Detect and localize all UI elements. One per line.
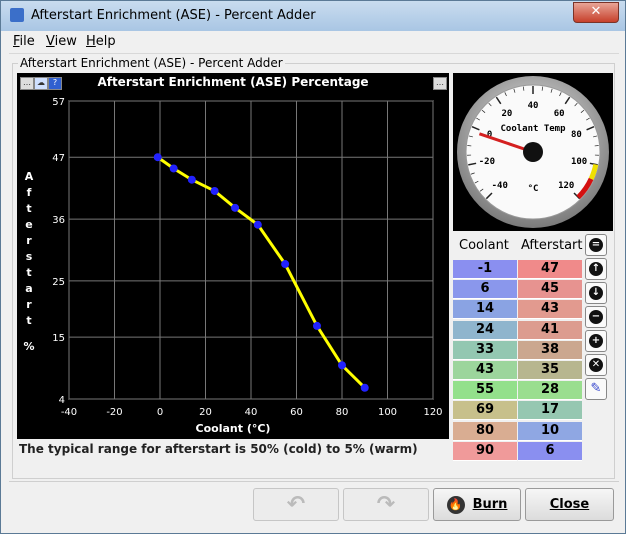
afterstart-cell[interactable]: 41 — [518, 320, 582, 340]
gauge-dial: -40-20020406080100120 Coolant Temp °C — [457, 76, 609, 228]
x-tick-label: 60 — [290, 407, 303, 418]
burn-button[interactable]: 🔥 Burn — [433, 488, 521, 521]
menu-view[interactable]: View — [46, 34, 77, 49]
chart-panel: … ☁ ? … Afterstart Enrichment (ASE) Perc… — [17, 73, 449, 439]
gauge-tick-label: 120 — [558, 181, 574, 191]
coolant-cell[interactable]: 80 — [453, 421, 517, 441]
app-icon — [10, 8, 24, 22]
menu-help[interactable]: Help — [86, 34, 116, 49]
coolant-cell[interactable]: 55 — [453, 381, 517, 401]
redo-button[interactable]: ↷ — [343, 488, 429, 521]
data-point — [360, 383, 369, 392]
subtract-icon: − — [589, 310, 603, 324]
coolant-cell[interactable]: 69 — [453, 401, 517, 421]
gauge-tick-label: 40 — [528, 101, 539, 111]
info-text: The typical range for afterstart is 50% … — [19, 442, 418, 456]
afterstart-cell[interactable]: 6 — [518, 441, 582, 461]
coolant-cell[interactable]: 14 — [453, 300, 517, 320]
data-point — [153, 153, 162, 162]
coolant-cell[interactable]: 90 — [453, 441, 517, 461]
decrease-button[interactable]: ↓ — [585, 282, 607, 304]
multiply-button[interactable]: ✕ — [585, 354, 607, 376]
data-point — [253, 220, 262, 229]
data-point — [187, 175, 196, 184]
data-point — [281, 260, 290, 269]
x-tick-label: 0 — [157, 407, 163, 418]
afterstart-cell[interactable]: 45 — [518, 280, 582, 300]
burn-label: Burn — [472, 497, 508, 512]
y-tick-label: 25 — [52, 277, 65, 288]
y-tick-label: 36 — [52, 215, 65, 226]
close-label: Close — [549, 497, 590, 512]
coolant-cell[interactable]: 24 — [453, 320, 517, 340]
afterstart-cell[interactable]: 43 — [518, 300, 582, 320]
y-tick-label: 4 — [59, 395, 65, 406]
gauge-tick-label: 20 — [501, 109, 512, 119]
subtract-button[interactable]: − — [585, 306, 607, 328]
afterstart-cell[interactable]: 10 — [518, 421, 582, 441]
afterstart-cell[interactable]: 38 — [518, 340, 582, 360]
equalize-icon: = — [589, 238, 603, 252]
x-tick-label: 100 — [378, 407, 397, 418]
y-tick-label: 57 — [52, 97, 65, 108]
coolant-cell[interactable]: 6 — [453, 280, 517, 300]
add-icon: + — [589, 334, 603, 348]
app-window: Afterstart Enrichment (ASE) - Percent Ad… — [0, 0, 626, 534]
gauge-tick-label: 60 — [554, 109, 565, 119]
burn-icon: 🔥 — [446, 495, 465, 514]
coolant-header: Coolant — [459, 238, 509, 253]
data-point — [210, 186, 219, 195]
afterstart-header: Afterstart — [521, 238, 583, 253]
x-tick-label: 80 — [336, 407, 349, 418]
increase-button[interactable]: ↑ — [585, 258, 607, 280]
chart-plot[interactable]: -40 -20 0 20 40 60 80 100 120 57 47 36 25 15 4 Coolant… — [17, 73, 449, 439]
coolant-cell[interactable]: 33 — [453, 340, 517, 360]
afterstart-cell[interactable]: 17 — [518, 401, 582, 421]
x-tick-label: -40 — [61, 407, 77, 418]
gauge-tick-label: -40 — [492, 181, 508, 191]
add-button[interactable]: + — [585, 330, 607, 352]
edit-button[interactable]: ✎ — [585, 378, 607, 400]
x-tick-label: 120 — [423, 407, 442, 418]
increase-icon: ↑ — [589, 262, 603, 276]
decrease-icon: ↓ — [589, 286, 603, 300]
data-point — [338, 361, 346, 370]
coolant-cell[interactable]: -1 — [453, 260, 517, 279]
edit-icon: ✎ — [590, 381, 602, 396]
panel-title: Afterstart Enrichment (ASE) - Percent Ad… — [18, 56, 285, 70]
afterstart-cell[interactable]: 28 — [518, 381, 582, 401]
gauge-tick-label: 100 — [571, 157, 587, 167]
gauge-label: Coolant Temp — [500, 124, 566, 134]
gauge-hub — [523, 142, 543, 162]
gauge-tick-label: 80 — [571, 130, 582, 140]
gauge-unit: °C — [528, 184, 539, 194]
title-bar: Afterstart Enrichment (ASE) - Percent Ad… — [1, 1, 625, 31]
separator — [9, 481, 619, 482]
undo-icon: ↶ — [286, 492, 306, 517]
data-point — [312, 321, 321, 330]
x-tick-label: -20 — [106, 407, 122, 418]
equalize-button[interactable]: = — [585, 234, 607, 256]
afterstart-cell[interactable]: 35 — [518, 361, 582, 380]
x-tick-label: 40 — [245, 407, 258, 418]
ase-table: Coolant Afterstart -1 47 6 45 14 43 24 41 33 38 43… — [451, 232, 583, 461]
window-close-button[interactable]: ✕ — [573, 2, 619, 23]
coolant-temp-gauge: -40 -20 0 20 40 60 80 100 120 Coolant Temp °C — [453, 73, 613, 231]
menu-bar: File View Help — [9, 31, 619, 54]
y-tick-label: 15 — [52, 333, 65, 344]
chart-x-label: Coolant (°C) — [196, 422, 271, 435]
data-point — [169, 164, 178, 173]
undo-button[interactable]: ↶ — [253, 488, 339, 521]
window-title: Afterstart Enrichment (ASE) - Percent Ad… — [31, 8, 316, 23]
close-button[interactable]: Close — [525, 488, 614, 521]
afterstart-cell[interactable]: 47 — [518, 260, 582, 279]
multiply-icon: ✕ — [589, 358, 603, 372]
data-point — [231, 203, 240, 212]
x-tick-label: 20 — [199, 407, 212, 418]
coolant-cell[interactable]: 43 — [453, 361, 517, 380]
y-tick-label: 47 — [52, 153, 65, 164]
menu-file[interactable]: File — [13, 34, 35, 49]
gauge-tick-label: -20 — [479, 157, 495, 167]
redo-icon: ↷ — [376, 492, 396, 517]
